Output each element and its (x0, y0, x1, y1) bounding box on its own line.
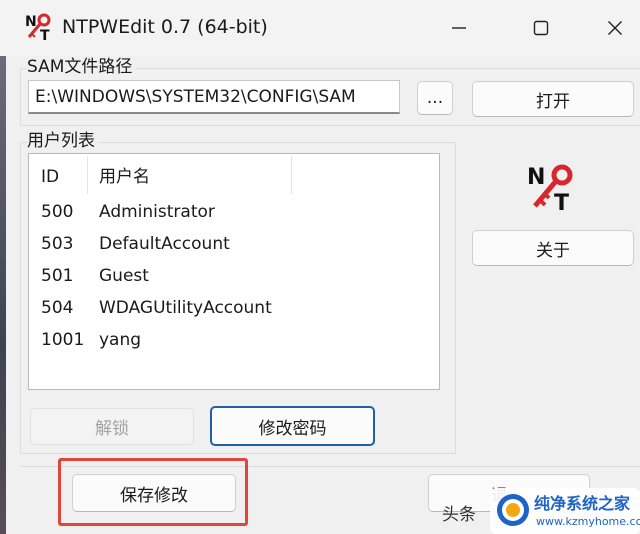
watermark-source-text: 头条 (442, 505, 476, 525)
svg-text:T: T (40, 28, 50, 42)
table-row[interactable]: 503 DefaultAccount (29, 228, 439, 260)
user-name: Administrator (99, 202, 215, 222)
highlight-box (58, 458, 248, 526)
sam-path-label: SAM文件路径 (27, 56, 137, 78)
user-name: Guest (99, 266, 149, 286)
minimize-icon (452, 27, 466, 29)
user-id: 504 (41, 298, 74, 318)
svg-text:T: T (554, 191, 569, 212)
column-header-id[interactable]: ID (41, 166, 59, 188)
window-title: NTPWEdit 0.7 (64-bit) (62, 16, 268, 38)
column-separator[interactable] (291, 156, 292, 194)
user-id: 500 (41, 202, 74, 222)
desktop-edge (0, 56, 6, 534)
column-separator[interactable] (87, 156, 88, 194)
minimize-button[interactable] (436, 6, 482, 50)
watermark-site-url: www.kzmyhome.com (536, 515, 640, 528)
user-name: yang (99, 330, 142, 350)
browse-button[interactable]: ... (417, 81, 453, 115)
open-button[interactable]: 打开 (472, 81, 634, 117)
svg-text:N: N (25, 14, 37, 30)
nt-key-logo: N T (527, 162, 579, 216)
table-row[interactable]: 1001 yang (29, 324, 439, 356)
user-id: 501 (41, 266, 74, 286)
maximize-icon (533, 20, 549, 36)
table-row[interactable]: 504 WDAGUtilityAccount (29, 292, 439, 324)
user-list[interactable]: ID 用户名 500 Administrator 503 DefaultAcco… (28, 153, 440, 390)
maximize-button[interactable] (518, 6, 564, 50)
change-password-button[interactable]: 修改密码 (210, 406, 375, 446)
table-row[interactable]: 501 Guest (29, 260, 439, 292)
nt-key-icon: N T (527, 164, 573, 216)
watermark-logo-icon (496, 493, 530, 527)
sam-path-input[interactable] (28, 80, 400, 114)
user-list-label: 用户列表 (27, 130, 99, 152)
close-icon (608, 21, 622, 35)
column-header-username[interactable]: 用户名 (99, 166, 150, 188)
about-button[interactable]: 关于 (472, 230, 634, 266)
nt-key-app-icon: N T (24, 12, 54, 44)
user-name: WDAGUtilityAccount (99, 298, 272, 318)
close-button[interactable] (592, 6, 638, 50)
user-id: 503 (41, 234, 74, 254)
svg-text:N: N (527, 165, 545, 190)
user-id: 1001 (41, 330, 85, 350)
table-row[interactable]: 500 Administrator (29, 196, 439, 228)
watermark-site-name: 纯净系统之家 (534, 494, 631, 513)
unlock-button[interactable]: 解锁 (30, 408, 194, 445)
user-name: DefaultAccount (99, 234, 230, 254)
